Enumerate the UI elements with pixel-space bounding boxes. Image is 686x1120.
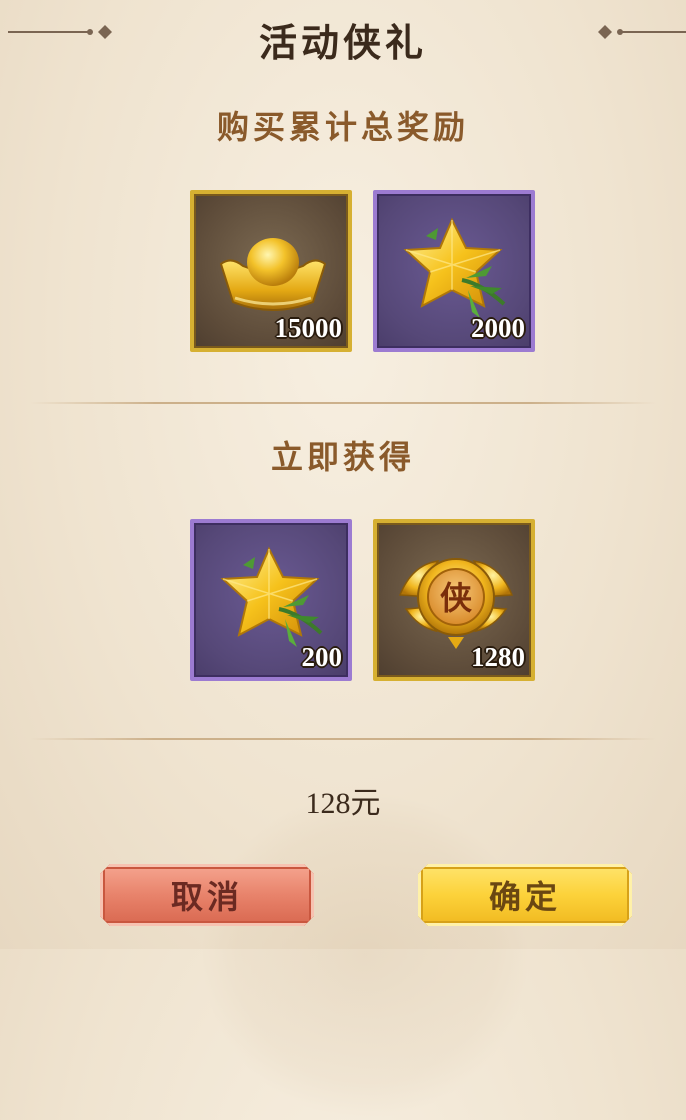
reward-item-xia-emblem[interactable]: 侠 1280	[373, 519, 535, 681]
item-quantity: 2000	[471, 313, 525, 343]
reward-item-gold-ingot[interactable]: 15000	[190, 190, 352, 352]
item-quantity: 1280	[471, 642, 525, 672]
title-ornament-right	[598, 25, 686, 39]
reward-item-yellow-crystal[interactable]: 200	[190, 519, 352, 681]
cancel-button[interactable]: 取消	[100, 864, 314, 926]
section-divider	[30, 738, 656, 740]
background-watermark	[200, 790, 530, 1120]
instant-reward-heading: 立即获得	[270, 438, 415, 476]
section-divider	[30, 402, 656, 404]
item-quantity: 200	[301, 642, 343, 672]
item-quantity: 15000	[274, 313, 343, 343]
emblem-character: 侠	[440, 579, 473, 617]
reward-item-yellow-crystal[interactable]: 2000	[373, 190, 535, 352]
price-label: 128元	[305, 787, 381, 820]
confirm-button[interactable]: 确定	[418, 864, 632, 926]
cumulative-reward-heading: 购买累计总奖励	[216, 108, 469, 146]
